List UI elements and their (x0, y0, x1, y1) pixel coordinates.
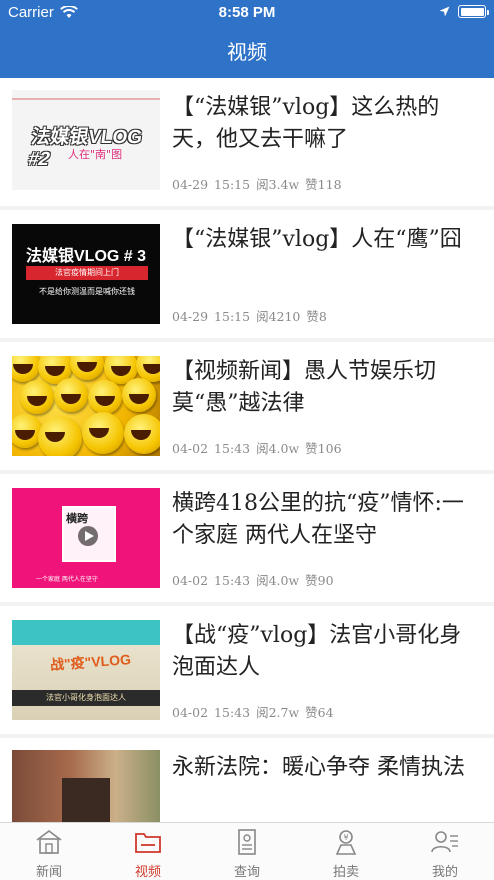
emoji-face (12, 356, 40, 382)
thumbnail-banner-line (12, 98, 160, 100)
profile-icon (431, 831, 458, 853)
list-item[interactable]: 战"疫"VLOG 法官小哥化身泡面达人 【战“疫”vlog】法官小哥化身泡面达人… (0, 606, 494, 734)
item-reads: 阅4.0w (256, 441, 300, 456)
emoji-face (54, 378, 88, 412)
item-meta: 04-29 15:15 阅3.4w 赞118 (172, 174, 348, 193)
emoji-face (38, 416, 82, 456)
list-item[interactable]: 横跨 一个家庭 两代人在坚守 横跨418公里的抗“疫”情怀:一个家庭 两代人在坚… (0, 474, 494, 602)
video-thumbnail[interactable] (12, 356, 160, 456)
item-reads: 阅3.4w (256, 177, 300, 192)
tab-query[interactable]: 查询 (198, 823, 296, 880)
item-title[interactable]: 永新法院：暖心争夺 柔情执法 (172, 752, 480, 784)
list-item[interactable]: 法媒银VLOG # 3 法官疫情期间上门 不是给你测温而是喊你还钱 【“法媒银”… (0, 210, 494, 338)
tab-mine[interactable]: 我的 (396, 823, 494, 880)
battery-icon (458, 5, 489, 18)
nav-header: Carrier 8:58 PM 视频 (0, 0, 494, 78)
emoji-face (122, 378, 156, 412)
tab-label: 新闻 (35, 865, 62, 880)
video-thumbnail[interactable]: 横跨 一个家庭 两代人在坚守 (12, 488, 160, 588)
location-arrow-icon (439, 6, 450, 17)
video-thumbnail[interactable]: 战"疫"VLOG 法官小哥化身泡面达人 (12, 620, 160, 720)
emoji-face (82, 412, 124, 454)
item-title[interactable]: 【“法媒银”vlog】这么热的天，他又去干嘛了 (172, 92, 480, 156)
emoji-face (12, 414, 42, 448)
thumbnail-episode-number: #2 (26, 149, 51, 170)
tab-bar: 新闻 视频 查询 ¥ 拍卖 我的 (0, 822, 494, 880)
list-item[interactable]: 【视频新闻】愚人节娱乐切莫“愚”越法律 04-02 15:43 阅4.0w 赞106 (0, 342, 494, 470)
thumbnail-door (62, 778, 110, 822)
list-item[interactable]: 永新法院：暖心争夺 柔情执法 (0, 738, 494, 822)
item-date: 04-02 (172, 573, 209, 588)
status-bar: Carrier 8:58 PM (0, 0, 494, 26)
item-date: 04-29 (172, 309, 209, 324)
list-item[interactable]: 法媒银VLOG #2 人在"南"图 【“法媒银”vlog】这么热的天，他又去干嘛… (0, 78, 494, 206)
emoji-face (88, 380, 122, 414)
item-date: 04-02 (172, 705, 209, 720)
item-date: 04-29 (172, 177, 209, 192)
svg-text:¥: ¥ (343, 833, 348, 842)
item-time: 15:15 (214, 309, 251, 324)
item-likes: 赞64 (305, 705, 334, 720)
item-title[interactable]: 横跨418公里的抗“疫”情怀:一个家庭 两代人在坚守 (172, 488, 480, 552)
thumbnail-caption-text: 法媒银VLOG (29, 127, 144, 148)
item-time: 15:15 (214, 177, 251, 192)
thumbnail-caption: 横跨 (66, 512, 88, 525)
video-list: 法媒银VLOG #2 人在"南"图 【“法媒银”vlog】这么热的天，他又去干嘛… (0, 78, 494, 822)
item-meta: 04-29 15:15 阅4210 赞8 (172, 306, 333, 325)
emoji-face (20, 380, 54, 414)
item-time: 15:43 (214, 705, 251, 720)
item-reads: 阅4.0w (256, 573, 300, 588)
thumbnail-caption: 战"疫"VLOG (49, 651, 132, 673)
item-likes: 赞8 (306, 309, 327, 324)
auction-icon: ¥ (335, 830, 357, 855)
tab-label: 查询 (233, 865, 260, 880)
home-icon (36, 830, 62, 854)
tab-video[interactable]: 视频 (99, 823, 197, 880)
thumbnail-subcaption: 法官小哥化身泡面达人 (12, 690, 160, 706)
status-right (439, 5, 489, 18)
tab-label: 拍卖 (332, 865, 359, 880)
item-date: 04-02 (172, 441, 209, 456)
thumbnail-caption: 法媒银VLOG # 3 (26, 248, 147, 265)
item-time: 15:43 (214, 573, 251, 588)
emoji-face (70, 356, 104, 380)
thumbnail-subcaption: 人在"南"图 (68, 148, 123, 161)
item-meta: 04-02 15:43 阅2.7w 赞64 (172, 702, 340, 721)
tab-label: 我的 (431, 865, 458, 880)
thumbnail-subcaption: 一个家庭 两代人在坚守 (36, 576, 98, 583)
item-likes: 赞90 (305, 573, 334, 588)
item-likes: 赞106 (305, 441, 342, 456)
tab-label: 视频 (134, 865, 161, 880)
item-reads: 阅4210 (256, 309, 301, 324)
item-title[interactable]: 【“法媒银”vlog】人在“鹰”囧 (172, 224, 480, 256)
item-meta: 04-02 15:43 阅4.0w 赞90 (172, 570, 340, 589)
video-thumbnail[interactable] (12, 750, 160, 822)
thumbnail-subcaption: 不是给你测温而是喊你还钱 (39, 287, 135, 296)
tab-auction[interactable]: ¥ 拍卖 (297, 823, 395, 880)
page-title: 视频 (227, 40, 267, 64)
video-folder-icon (135, 833, 161, 853)
tab-news[interactable]: 新闻 (0, 823, 98, 880)
document-icon (238, 829, 256, 855)
item-time: 15:43 (214, 441, 251, 456)
video-thumbnail[interactable]: 法媒银VLOG #2 人在"南"图 (12, 90, 160, 190)
item-reads: 阅2.7w (256, 705, 300, 720)
emoji-face (124, 414, 160, 454)
thumbnail-banner: 法官疫情期间上门 (26, 266, 148, 280)
play-icon[interactable] (78, 526, 98, 546)
item-likes: 赞118 (305, 177, 342, 192)
item-title[interactable]: 【战“疫”vlog】法官小哥化身泡面达人 (172, 620, 480, 684)
item-title[interactable]: 【视频新闻】愚人节娱乐切莫“愚”越法律 (172, 356, 480, 420)
item-meta: 04-02 15:43 阅4.0w 赞106 (172, 438, 348, 457)
status-time: 8:58 PM (218, 4, 276, 21)
video-thumbnail[interactable]: 法媒银VLOG # 3 法官疫情期间上门 不是给你测温而是喊你还钱 (12, 224, 160, 324)
